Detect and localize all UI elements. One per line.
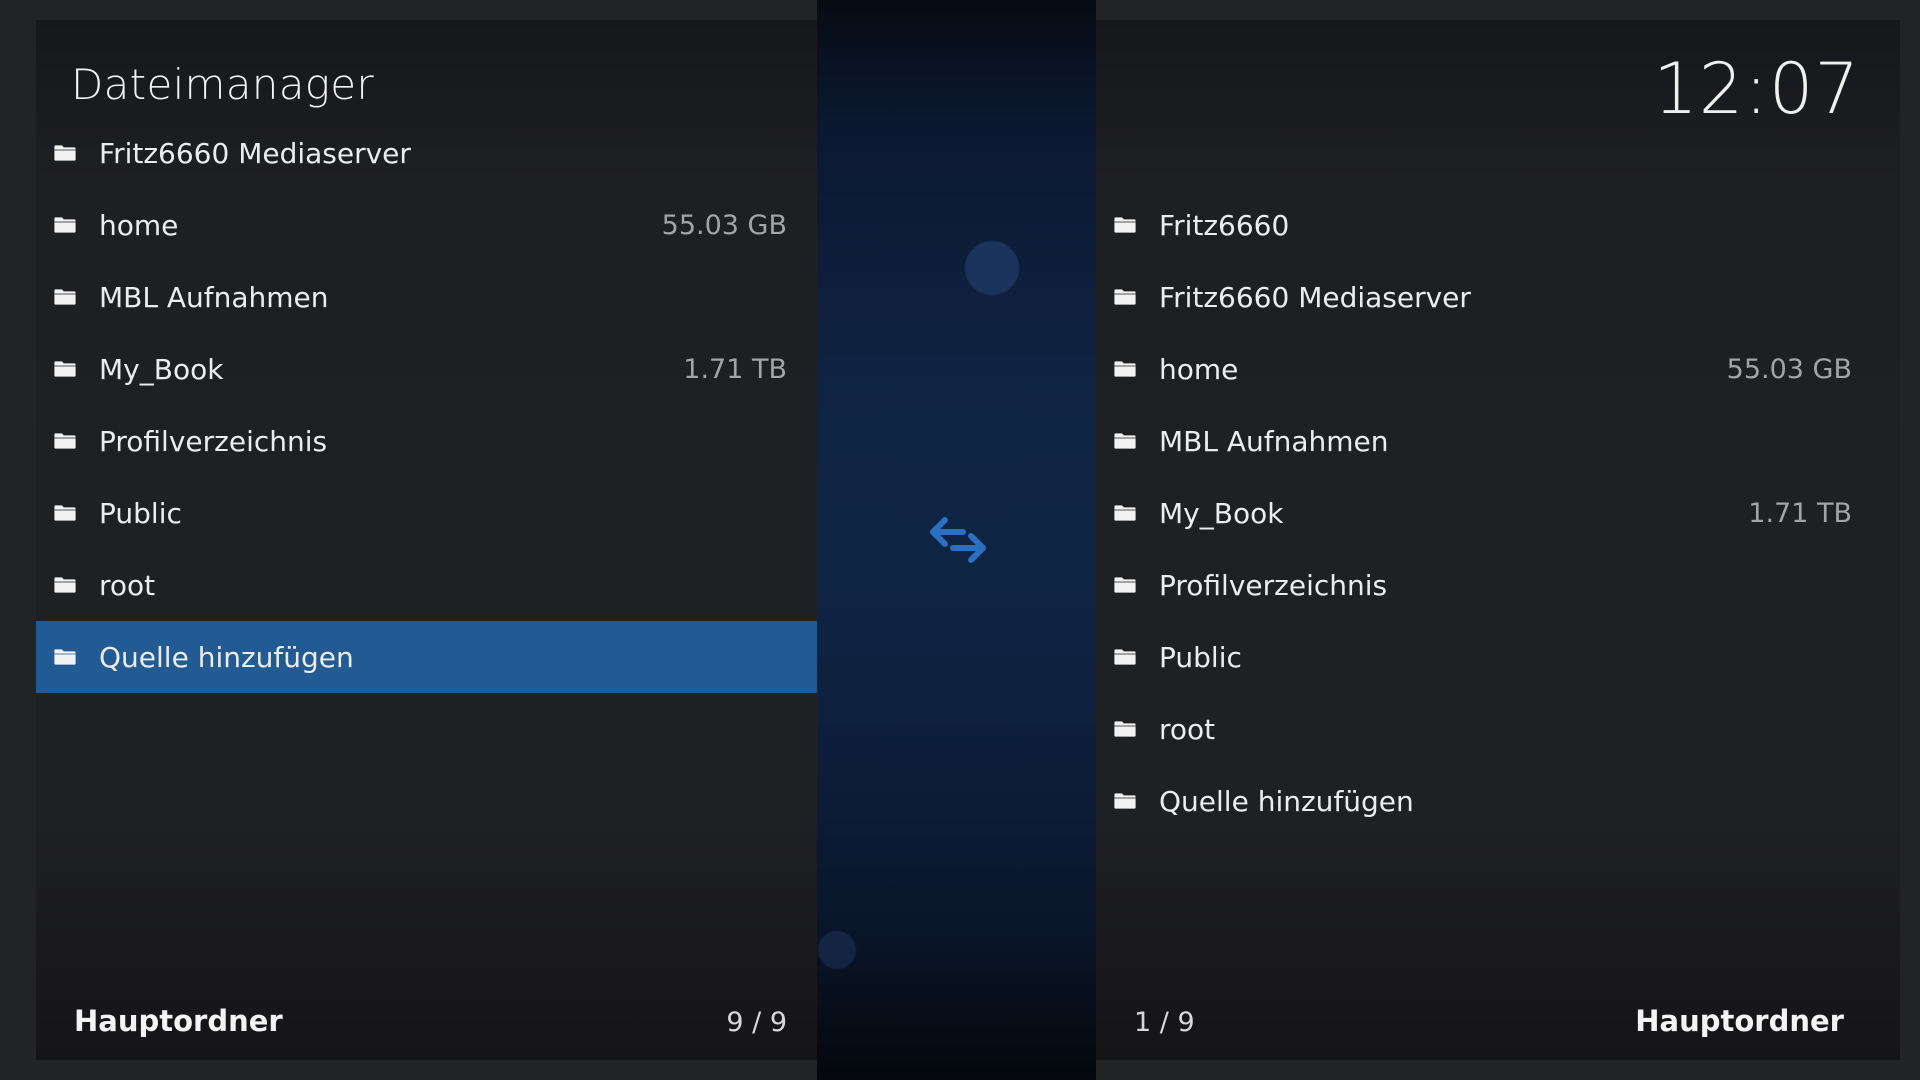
folder-icon — [1113, 648, 1137, 666]
folder-icon — [53, 576, 77, 594]
right-file-list: Fritz6660 Fritz6660 Mediaserver home 55.… — [1096, 189, 1900, 837]
folder-icon — [53, 432, 77, 450]
list-item-label: Profilverzeichnis — [1159, 568, 1388, 602]
left-list-item-1[interactable]: home 55.03 GB — [36, 189, 817, 261]
folder-icon — [53, 504, 77, 522]
right-list-item-8[interactable]: Quelle hinzufügen — [1096, 765, 1900, 837]
left-list-item-6[interactable]: root — [36, 549, 817, 621]
left-footer-count: 9 / 9 — [726, 1007, 787, 1038]
folder-icon — [53, 216, 77, 234]
folder-icon — [53, 144, 77, 162]
list-item-label: MBL Aufnahmen — [99, 280, 329, 314]
right-list-item-0[interactable]: Fritz6660 — [1096, 189, 1900, 261]
list-item-label: My_Book — [99, 352, 224, 386]
right-list-item-6[interactable]: Public — [1096, 621, 1900, 693]
list-item-label: Fritz6660 Mediaserver — [1159, 280, 1471, 314]
left-list-item-3[interactable]: My_Book 1.71 TB — [36, 333, 817, 405]
folder-icon — [1113, 360, 1137, 378]
left-list-item-5[interactable]: Public — [36, 477, 817, 549]
list-item-label: home — [1159, 352, 1239, 386]
page-title: Dateimanager — [71, 60, 374, 109]
left-list-item-2[interactable]: MBL Aufnahmen — [36, 261, 817, 333]
list-item-label: home — [99, 208, 179, 242]
right-list-item-5[interactable]: Profilverzeichnis — [1096, 549, 1900, 621]
left-list-item-0[interactable]: Fritz6660 Mediaserver — [36, 117, 817, 189]
center-divider — [817, 0, 1096, 1080]
swap-arrows-icon[interactable] — [925, 510, 991, 570]
left-list-item-7-selected[interactable]: Quelle hinzufügen — [36, 621, 817, 693]
list-item-label: Quelle hinzufügen — [99, 640, 354, 674]
right-file-panel: 12:07 Fritz6660 Fritz6660 Mediaserver ho… — [1096, 20, 1900, 1060]
left-file-panel: Dateimanager Fritz6660 Mediaserver home … — [36, 20, 817, 1060]
folder-icon — [1113, 504, 1137, 522]
clock: 12:07 — [1653, 48, 1860, 130]
frame-left — [0, 0, 36, 1080]
right-list-item-1[interactable]: Fritz6660 Mediaserver — [1096, 261, 1900, 333]
folder-icon — [1113, 288, 1137, 306]
left-list-item-4[interactable]: Profilverzeichnis — [36, 405, 817, 477]
folder-icon — [1113, 432, 1137, 450]
list-item-size: 55.03 GB — [1726, 353, 1852, 385]
folder-icon — [1113, 792, 1137, 810]
list-item-label: Profilverzeichnis — [99, 424, 328, 458]
folder-icon — [1113, 576, 1137, 594]
left-file-list: Fritz6660 Mediaserver home 55.03 GB MBL … — [36, 117, 817, 693]
list-item-label: Quelle hinzufügen — [1159, 784, 1414, 818]
list-item-label: My_Book — [1159, 496, 1284, 530]
folder-icon — [53, 648, 77, 666]
right-footer-count: 1 / 9 — [1134, 1007, 1195, 1038]
list-item-label: root — [99, 568, 156, 602]
list-item-size: 1.71 TB — [1748, 497, 1852, 529]
list-item-label: MBL Aufnahmen — [1159, 424, 1389, 458]
list-item-label: root — [1159, 712, 1216, 746]
right-footer-path: Hauptordner — [1635, 1004, 1844, 1038]
right-list-item-3[interactable]: MBL Aufnahmen — [1096, 405, 1900, 477]
list-item-label: Fritz6660 — [1159, 208, 1290, 242]
folder-icon — [1113, 216, 1137, 234]
list-item-label: Public — [1159, 640, 1242, 674]
folder-icon — [1113, 720, 1137, 738]
right-list-item-4[interactable]: My_Book 1.71 TB — [1096, 477, 1900, 549]
list-item-label: Public — [99, 496, 182, 530]
left-footer-path: Hauptordner — [74, 1004, 283, 1038]
frame-right — [1900, 0, 1920, 1080]
list-item-size: 55.03 GB — [661, 209, 787, 241]
folder-icon — [53, 360, 77, 378]
list-item-label: Fritz6660 Mediaserver — [99, 136, 411, 170]
file-manager-window: Dateimanager Fritz6660 Mediaserver home … — [0, 0, 1920, 1080]
list-item-size: 1.71 TB — [683, 353, 787, 385]
right-list-item-2[interactable]: home 55.03 GB — [1096, 333, 1900, 405]
folder-icon — [53, 288, 77, 306]
right-list-item-7[interactable]: root — [1096, 693, 1900, 765]
